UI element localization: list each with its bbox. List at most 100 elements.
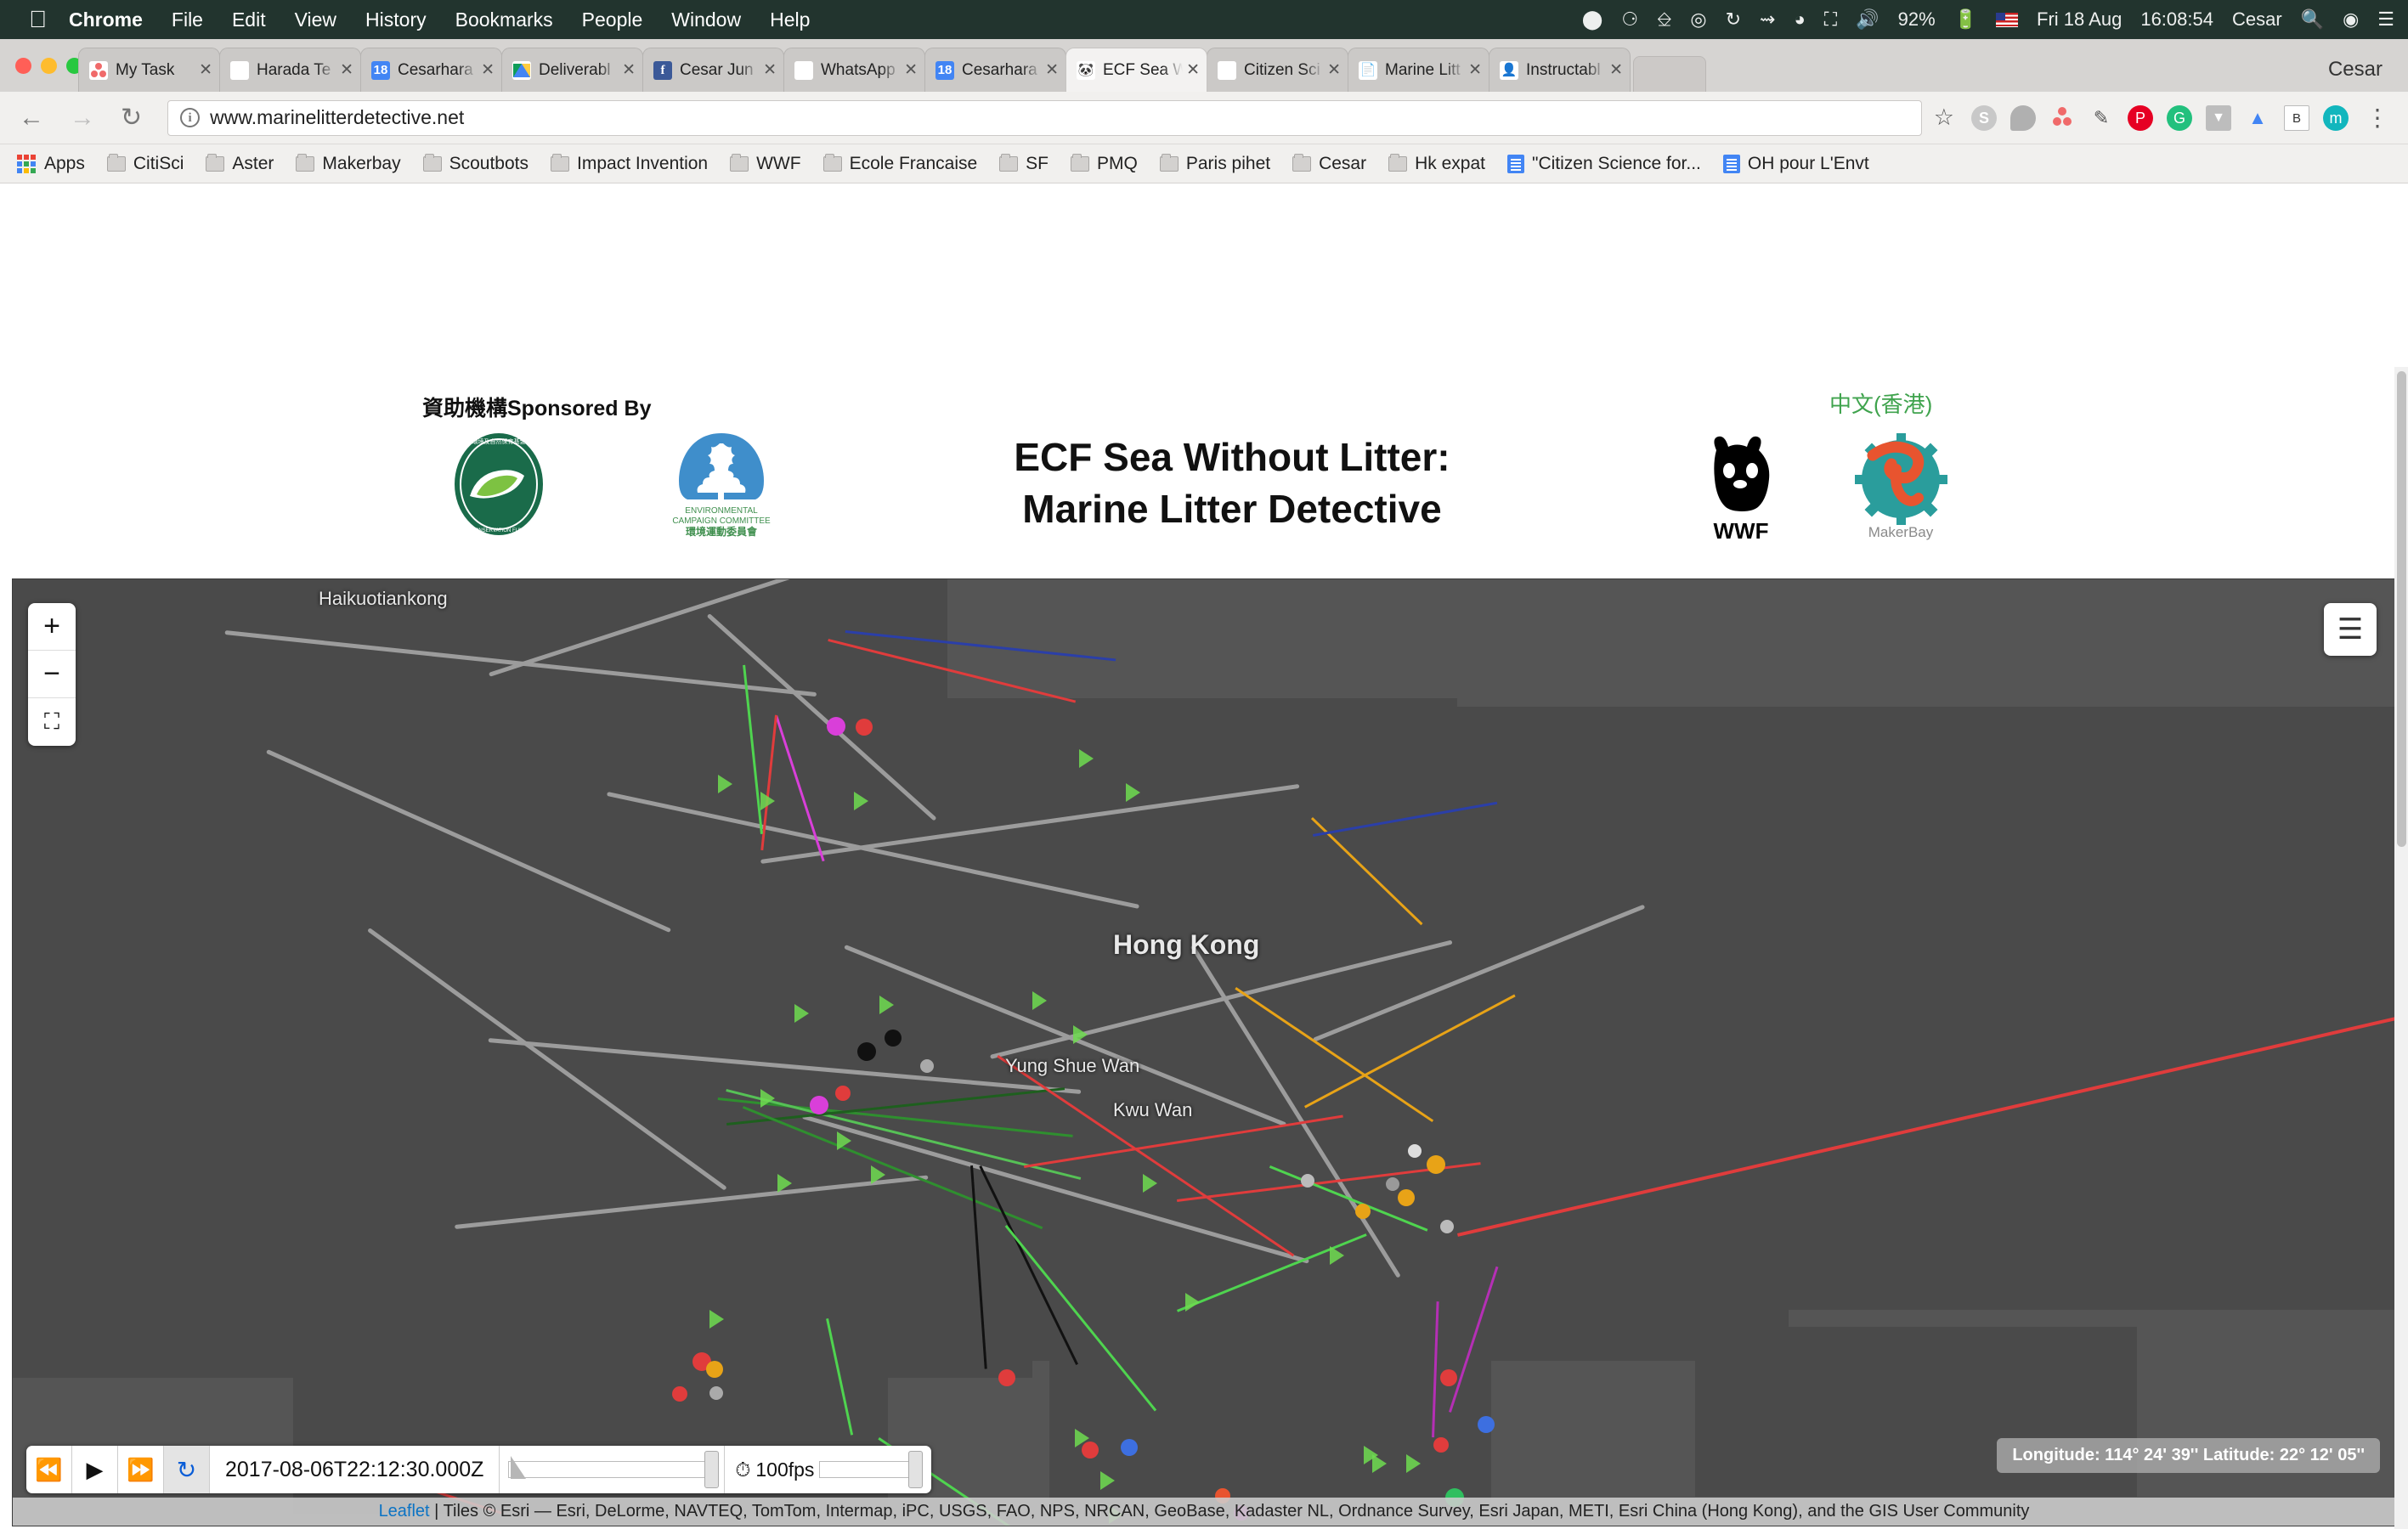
play-icon[interactable]: ▶ [72,1446,118,1493]
browser-tab-my-task[interactable]: My Task ✕ [78,48,220,92]
menu-item-chrome[interactable]: Chrome [69,8,143,31]
timemachine-icon[interactable]: ↻ [1726,10,1741,29]
skype-icon[interactable]: S [1971,105,1997,131]
colorpicker-icon[interactable]: ✎ [2089,105,2114,131]
tab-close-icon[interactable]: ✕ [763,60,777,80]
map-zoom-controls[interactable]: + − ⛶ [28,603,76,746]
browser-tab-ecf-sea[interactable]: 🐼 ECF Sea W ✕ [1066,48,1207,92]
airplay-icon[interactable]: ⛶ [1824,10,1837,29]
m-icon[interactable]: m [2323,105,2349,131]
tab-close-icon[interactable]: ✕ [199,60,212,80]
tab-close-icon[interactable]: ✕ [481,60,495,80]
timeline-slider-handle[interactable] [704,1451,719,1488]
browser-tab-instructables[interactable]: 👤 Instructabl ✕ [1489,48,1631,92]
bookmark-aster[interactable]: Aster [206,154,274,174]
browser-tab-cesarhara-2[interactable]: 18 Cesarhara ✕ [924,48,1066,92]
layers-icon[interactable]: ☰ [2324,603,2377,656]
bookmark-citisci[interactable]: CitiSci [107,154,184,174]
fps-slider-track[interactable] [819,1461,921,1478]
menu-item-window[interactable]: Window [671,8,741,31]
new-tab-button[interactable] [1633,56,1706,92]
browser-tab-cesarhara-1[interactable]: 18 Cesarhara ✕ [360,48,502,92]
back-arrow-icon[interactable]: ← [19,105,44,131]
spotlight-search-icon[interactable]: 🔍 [2301,10,2324,29]
bookmark-impact-invention[interactable]: Impact Invention [551,154,708,174]
three-dot-menu-icon[interactable]: ⋮ [2366,104,2389,132]
leaflet-map[interactable]: ✈ Haikuotiankong Hong Kong Yung Shue Wan… [12,578,2396,1526]
leaflet-link[interactable]: Leaflet [379,1502,430,1521]
bookmark-makerbay[interactable]: Makerbay [296,154,400,174]
window-close-button[interactable] [15,58,31,74]
menu-item-history[interactable]: History [365,8,427,31]
fullscreen-icon[interactable]: ⛶ [28,698,76,746]
star-icon[interactable]: ☆ [1934,104,1954,131]
fast-forward-icon[interactable]: ⏩ [118,1446,164,1493]
gray-download-icon[interactable]: ▼ [2206,105,2231,131]
tab-close-icon[interactable]: ✕ [1609,60,1623,80]
bookmark-wwf[interactable]: WWF [730,154,800,174]
map-time-controls[interactable]: ⏪ ▶ ⏩ ↻ 2017-08-06T22:12:30.000Z ⏱ 100fp… [26,1446,931,1493]
bookmark-paris-pihet[interactable]: Paris pihet [1160,154,1270,174]
menu-item-edit[interactable]: Edit [232,8,266,31]
siri-orb-icon[interactable]: ◉ [2343,10,2359,29]
bl-icon[interactable]: B [2284,105,2309,131]
bookmark-scoutbots[interactable]: Scoutbots [423,154,529,174]
browser-tab-cesar-jung[interactable]: f Cesar Jun ✕ [642,48,784,92]
bookmark-cesar[interactable]: Cesar [1292,154,1366,174]
rewind-icon[interactable]: ⏪ [26,1446,72,1493]
browser-tab-citizen-sci[interactable]: ❉ Citizen Sci ✕ [1207,48,1348,92]
pinterest-icon[interactable]: P [2128,105,2153,131]
browser-tab-harada[interactable]: M Harada Te ✕ [219,48,361,92]
tab-close-icon[interactable]: ✕ [1045,60,1059,80]
bookmark-citizen-science-doc[interactable]: "Citizen Science for... [1507,154,1701,174]
bluetooth-icon[interactable]: ⇝ [1760,10,1775,29]
dashlane-icon[interactable]: ◎ [1690,10,1706,29]
zoom-out-button[interactable]: − [28,651,76,698]
bookmark-pmq[interactable]: PMQ [1071,154,1138,174]
apple-menu-icon[interactable]:  [29,8,47,31]
menu-item-people[interactable]: People [582,8,643,31]
us-flag-icon[interactable] [1996,13,2018,27]
menu-item-view[interactable]: View [295,8,336,31]
profile-name-button[interactable]: Cesar [2328,58,2383,82]
dropbox-icon[interactable]: ⚆ [1621,10,1638,29]
timeline-slider[interactable] [500,1446,725,1493]
browser-tab-whatsapp[interactable]: ☎ WhatsApp ✕ [783,48,925,92]
page-scrollbar[interactable] [2394,367,2408,1529]
tab-close-icon[interactable]: ✕ [340,60,353,80]
wifi-icon[interactable]: ◕ [1794,10,1805,29]
bookmark-hk-expat[interactable]: Hk expat [1388,154,1485,174]
menubar-user[interactable]: Cesar [2232,10,2282,29]
menu-item-file[interactable]: File [172,8,203,31]
reload-icon[interactable]: ↻ [121,105,142,131]
battery-charging-icon[interactable]: 🔋 [1954,10,1977,29]
siri-icon[interactable]: ⬤ [1582,10,1603,29]
loop-reload-icon[interactable]: ↻ [164,1446,210,1493]
tab-close-icon[interactable]: ✕ [1186,60,1200,80]
forward-arrow-icon[interactable]: → [70,105,95,131]
volume-icon[interactable]: 🔊 [1856,10,1879,29]
bookmark-apps[interactable]: Apps [17,154,85,174]
browser-tab-marine-litt[interactable]: 📄 Marine Litt ✕ [1348,48,1489,92]
bookmark-sf[interactable]: SF [999,154,1049,174]
bookmark-ecole-francaise[interactable]: Ecole Francaise [823,154,978,174]
language-switch-link[interactable]: 中文(香港) [1829,387,1932,419]
scrollbar-thumb[interactable] [2397,371,2406,847]
tab-close-icon[interactable]: ✕ [622,60,636,80]
browser-tab-deliverable[interactable]: Deliverabl ✕ [501,48,643,92]
fps-control[interactable]: ⏱ 100fps [725,1446,931,1493]
menu-item-bookmarks[interactable]: Bookmarks [455,8,553,31]
tab-close-icon[interactable]: ✕ [1327,60,1341,80]
airdrop-icon[interactable]: ⎒ [1657,10,1671,29]
info-circle-icon[interactable]: i [180,108,200,127]
asana-icon[interactable] [2049,105,2075,131]
notification-center-icon[interactable]: ☰ [2377,10,2394,29]
google-arc-icon[interactable]: ▲ [2245,105,2270,131]
tab-close-icon[interactable]: ✕ [904,60,918,80]
address-bar[interactable]: i www.marinelitterdetective.net [167,100,1922,136]
menu-item-help[interactable]: Help [770,8,810,31]
timeline-slider-track[interactable] [508,1461,715,1478]
tab-close-icon[interactable]: ✕ [1468,60,1482,80]
grammarly-icon[interactable]: G [2167,105,2192,131]
bookmark-oh-pour-lenvt[interactable]: OH pour L'Envt [1723,154,1869,174]
